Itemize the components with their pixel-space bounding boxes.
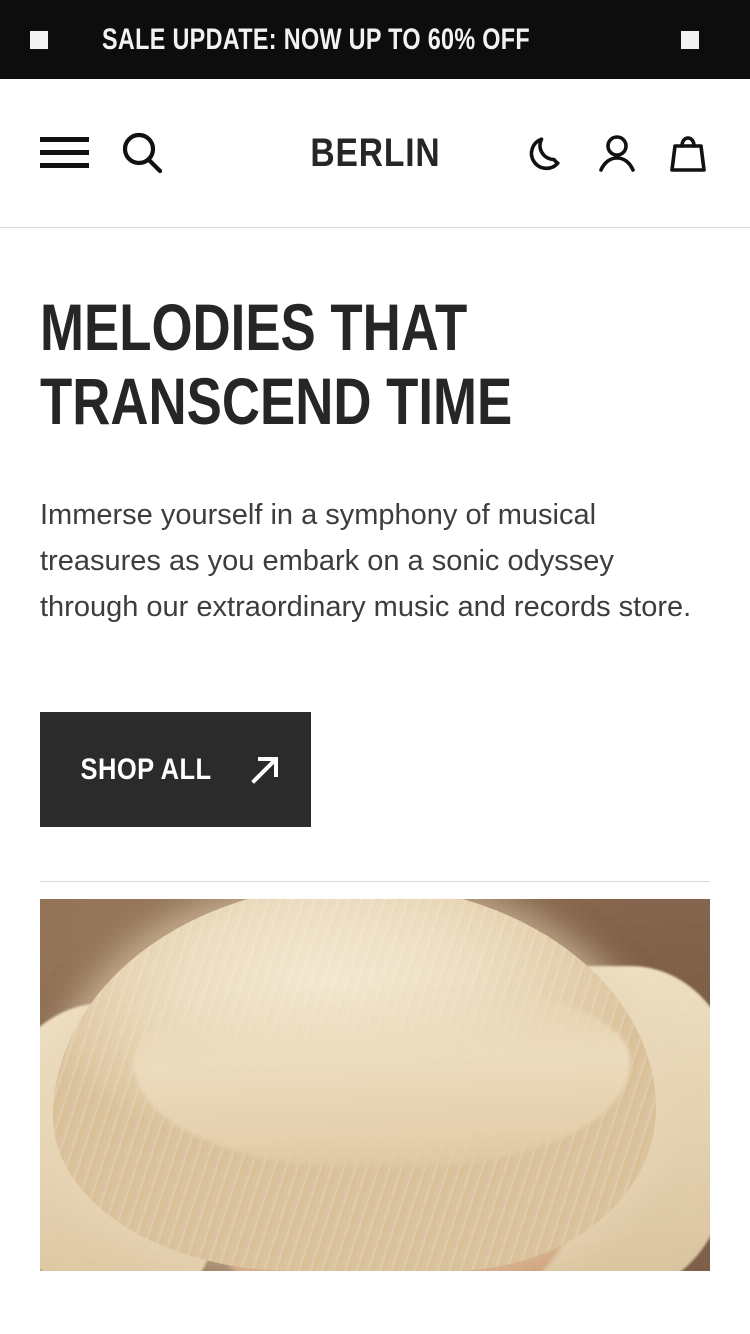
announcement-item: SALE UPDATE: NOW UP TO 60% OFF xyxy=(0,23,651,57)
arrow-up-right-icon xyxy=(250,756,278,784)
account-person-icon[interactable] xyxy=(595,131,639,175)
page-title-text: MELODIES THAT TRANSCEND TIME xyxy=(40,290,513,438)
shop-all-button-label: SHOP ALL xyxy=(81,752,212,786)
square-bullet-icon xyxy=(680,30,699,49)
announcement-bar: SALE UPDATE: NOW UP TO 60% OFF SALE UPDA… xyxy=(0,0,750,79)
hamburger-menu-icon[interactable] xyxy=(40,135,89,171)
section-divider xyxy=(40,881,710,882)
square-bullet-icon xyxy=(30,30,48,49)
moon-icon[interactable] xyxy=(524,131,568,175)
announcement-marquee: SALE UPDATE: NOW UP TO 60% OFF SALE UPDA… xyxy=(0,23,750,57)
site-logo-text: BERLIN xyxy=(309,130,441,175)
film-grain-overlay xyxy=(40,899,710,1271)
announcement-text: SALE UPDATE: NOW UP TO 60% OFF xyxy=(102,22,531,56)
search-icon[interactable] xyxy=(120,131,164,175)
page-title: MELODIES THAT TRANSCEND TIME xyxy=(40,290,710,438)
header-right-actions xyxy=(524,131,710,175)
shopping-bag-icon[interactable] xyxy=(666,131,710,175)
hero-description: Immerse yourself in a symphony of musica… xyxy=(40,499,692,623)
header-left-actions xyxy=(40,131,164,175)
shop-all-button[interactable]: SHOP ALL xyxy=(40,712,311,827)
hero-image[interactable] xyxy=(40,899,710,1271)
announcement-item: SALE UPDATE: NOW UP TO 60% OFF xyxy=(651,23,750,57)
site-header: BERLIN xyxy=(0,79,750,228)
page-root: SALE UPDATE: NOW UP TO 60% OFF SALE UPDA… xyxy=(0,0,750,1334)
hero-section: MELODIES THAT TRANSCEND TIME Immerse you… xyxy=(0,290,750,827)
hero-image-canvas xyxy=(40,899,710,1271)
